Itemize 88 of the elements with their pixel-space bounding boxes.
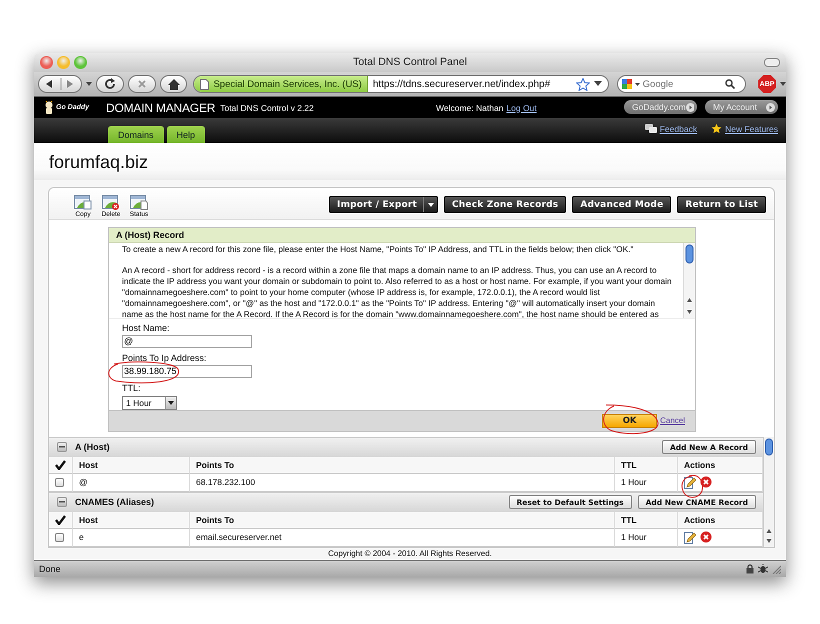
action-button[interactable]: Import / Export xyxy=(329,196,438,214)
copy-icon xyxy=(74,194,92,210)
scroll-thumb[interactable] xyxy=(684,242,695,265)
page-icon xyxy=(200,78,210,90)
delete-icon[interactable] xyxy=(700,531,712,544)
checkbox[interactable] xyxy=(55,532,64,542)
column-header: Points To xyxy=(190,512,615,529)
input-field[interactable]: @ xyxy=(122,334,252,348)
lock-icon[interactable] xyxy=(746,564,754,574)
table-cell: e xyxy=(73,528,190,547)
search-field[interactable]: Google xyxy=(616,75,746,93)
chat-bubbles-icon xyxy=(644,124,657,134)
resize-grip-icon[interactable] xyxy=(772,564,781,574)
column-header: Actions xyxy=(678,456,763,474)
home-button[interactable] xyxy=(160,75,188,93)
section-title: A (Host) xyxy=(75,442,110,452)
welcome-text: Welcome: Nathan xyxy=(436,102,504,112)
dialog-title: A (Host) Record xyxy=(109,228,695,243)
collapse-icon[interactable] xyxy=(57,442,67,452)
column-header: Host xyxy=(73,512,190,529)
mascot-icon xyxy=(44,101,54,114)
bug-icon[interactable] xyxy=(758,564,768,574)
table-cell: 68.178.232.100 xyxy=(190,474,615,492)
reload-icon[interactable] xyxy=(104,78,116,90)
delete-icon[interactable] xyxy=(700,476,712,488)
home-icon[interactable] xyxy=(168,78,180,90)
column-header: Points To xyxy=(190,456,615,474)
ok-button[interactable]: OK xyxy=(602,414,658,428)
field-label: Host Name: xyxy=(122,322,171,334)
scrollbar[interactable] xyxy=(683,242,695,318)
star-icon[interactable] xyxy=(576,78,590,90)
caret-icon[interactable] xyxy=(168,400,174,405)
delete-icon xyxy=(102,194,120,210)
action-button[interactable]: Check Zone Records xyxy=(444,196,566,214)
collapse-icon[interactable] xyxy=(57,497,67,508)
caret-icon[interactable] xyxy=(428,202,434,207)
caret-icon[interactable] xyxy=(780,82,786,86)
section-title: CNAMES (Aliases) xyxy=(75,497,154,508)
toolbar-toggle-button[interactable] xyxy=(764,58,780,67)
scrollbar[interactable] xyxy=(763,436,774,547)
domain-title: forumfaq.biz xyxy=(34,143,786,180)
column-header: Actions xyxy=(678,512,763,529)
table-cell: @ xyxy=(73,474,190,492)
arrow-icon[interactable] xyxy=(686,102,694,112)
scroll-thumb[interactable] xyxy=(764,436,774,457)
help-paragraph: To create a new A record for this zone file, please enter the Host Name, "Points To" IP Address, and TTL in the fields below; then click "OK." xyxy=(122,244,634,255)
address-bar[interactable]: Special Domain Services, Inc. (US) https://tdns.secureserver.net/index.php# xyxy=(193,75,609,93)
search-engine-icon[interactable] xyxy=(620,78,641,90)
nav-tab[interactable]: Domains xyxy=(108,126,164,143)
copyright-text: Copyright © 2004 - 2010. All Rights Reserved. xyxy=(327,548,493,560)
reload-button[interactable] xyxy=(96,75,124,93)
table-cell: email.secureserver.net xyxy=(190,528,615,547)
status-text: Done xyxy=(39,564,61,574)
logout-link[interactable]: Log Out xyxy=(506,102,537,112)
window-title: Total DNS Control Panel xyxy=(352,56,468,68)
version-text: Total DNS Control v 2.22 xyxy=(220,102,314,112)
history-caret-icon[interactable] xyxy=(86,82,92,86)
header-link[interactable]: Feedback xyxy=(644,123,698,134)
product-name: DOMAIN MANAGER xyxy=(106,100,216,114)
stop-button[interactable] xyxy=(128,75,156,93)
table-cell: 1 Hour xyxy=(615,474,678,492)
check-icon[interactable] xyxy=(55,460,66,470)
nav-tab[interactable]: Help xyxy=(166,126,206,143)
close-icon[interactable] xyxy=(136,79,147,89)
star-icon xyxy=(711,123,722,134)
field-label: Points To Ip Address: xyxy=(122,352,208,364)
column-header: TTL xyxy=(615,512,678,529)
action-button[interactable]: Advanced Mode xyxy=(572,196,672,214)
ttl-dropdown[interactable]: 1 Hour xyxy=(122,396,177,410)
table-cell: 1 Hour xyxy=(615,528,678,547)
back-forward-buttons[interactable] xyxy=(38,75,82,93)
search-input[interactable]: Google xyxy=(642,78,723,90)
edit-icon[interactable] xyxy=(684,476,696,489)
column-header: Host xyxy=(73,456,190,474)
search-icon[interactable] xyxy=(724,79,735,89)
url-text: https://tdns.secureserver.net/index.php# xyxy=(372,78,552,90)
header-link[interactable]: New Features xyxy=(711,123,778,134)
column-header: TTL xyxy=(615,456,678,474)
checkbox[interactable] xyxy=(55,478,64,487)
check-icon[interactable] xyxy=(55,514,66,525)
site-identity: Special Domain Services, Inc. (US) xyxy=(213,78,362,90)
status-icon xyxy=(130,194,148,210)
close-button[interactable] xyxy=(40,56,53,69)
action-button[interactable]: Return to List xyxy=(677,196,766,214)
input-field[interactable]: 38.99.180.75 xyxy=(122,364,252,378)
edit-icon[interactable] xyxy=(684,530,696,544)
cancel-link[interactable]: Cancel xyxy=(660,416,685,426)
field-label: TTL: xyxy=(122,382,142,394)
